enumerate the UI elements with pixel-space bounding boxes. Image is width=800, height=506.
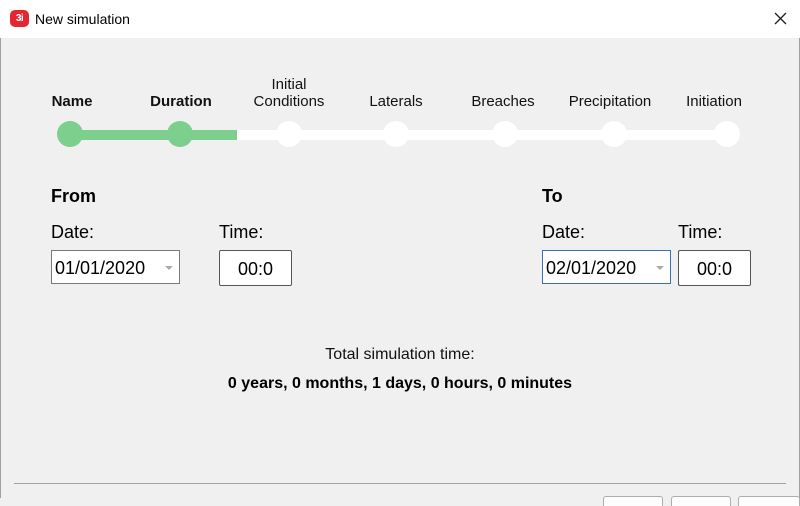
close-icon [774, 12, 787, 25]
step-name-label: Name [51, 93, 93, 110]
progress-track-done [70, 130, 237, 140]
total-simulation-time-value: 0 years, 0 months, 1 days, 0 hours, 0 mi… [227, 375, 573, 392]
footer-divider [14, 483, 786, 484]
from-date-label: Date: [51, 222, 95, 242]
from-time-label: Time: [219, 222, 264, 242]
step-initial-conditions-label: Initial Conditions [234, 70, 344, 110]
close-button[interactable] [766, 4, 796, 34]
from-date-picker[interactable]: 01/01/2020 [51, 250, 180, 284]
title-bar: 3i New simulation [0, 0, 800, 38]
footer-button-1[interactable] [603, 496, 663, 506]
step-laterals-label: Laterals [369, 93, 423, 110]
step-breaches-label: Breaches [471, 93, 535, 110]
to-date-label: Date: [542, 222, 586, 242]
to-time-input[interactable]: 00:0 [678, 250, 751, 286]
progress-track-remaining [237, 130, 727, 140]
step-name-dot[interactable] [57, 121, 83, 147]
from-time-input[interactable]: 00:0 [219, 250, 292, 286]
to-heading: To [542, 186, 563, 206]
total-simulation-time-label: Total simulation time: [325, 346, 475, 363]
footer-button-3[interactable] [738, 496, 800, 506]
chevron-down-icon[interactable] [656, 266, 664, 270]
step-precipitation-label: Precipitation [568, 93, 652, 110]
step-initial-conditions-dot[interactable] [276, 121, 302, 147]
to-date-picker[interactable]: 02/01/2020 [542, 250, 671, 284]
step-initiation-label: Initiation [686, 93, 742, 110]
app-logo-icon: 3i [10, 10, 29, 27]
footer-button-2[interactable] [671, 496, 731, 506]
to-time-label: Time: [678, 222, 723, 242]
step-breaches-dot[interactable] [492, 121, 518, 147]
step-initiation-dot[interactable] [714, 121, 740, 147]
from-heading: From [51, 186, 96, 206]
step-precipitation-dot[interactable] [601, 121, 627, 147]
to-date-value: 02/01/2020 [546, 258, 637, 278]
step-duration-dot[interactable] [167, 121, 193, 147]
from-date-value: 01/01/2020 [55, 258, 146, 278]
chevron-down-icon[interactable] [165, 266, 173, 270]
step-laterals-dot[interactable] [383, 121, 409, 147]
step-duration-label: Duration [150, 93, 212, 110]
window-title: New simulation [35, 11, 130, 27]
step-initial-conditions-text: Initial Conditions [253, 76, 325, 110]
